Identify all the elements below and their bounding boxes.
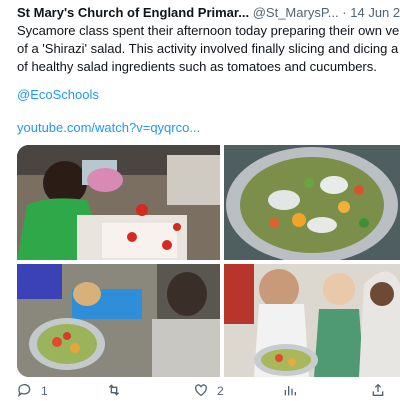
action-bar: 1 2: [0, 382, 400, 400]
media-grid: [17, 145, 400, 377]
bar-chart-icon: [282, 382, 298, 401]
tweet-header: St Mary's Church of England Primar... @S…: [17, 3, 400, 23]
tweet-text-line: Sycamore class spent their afternoon tod…: [17, 23, 400, 38]
tweet-text-line: of healthy salad ingredients such as tom…: [17, 59, 377, 74]
tweet-text-line: of a 'Shirazi' salad. This activity invo…: [17, 41, 400, 56]
url-link[interactable]: youtube.com/watch?v=qyqrco...: [17, 119, 200, 137]
tweet[interactable]: St Mary's Church of England Primar... @S…: [0, 0, 400, 400]
tweet-text: Sycamore class spent their afternoon tod…: [17, 22, 400, 76]
like-count: 2: [217, 384, 224, 398]
mention-link[interactable]: @EcoSchools: [17, 86, 99, 104]
heart-icon: [193, 382, 209, 401]
author-name[interactable]: St Mary's Church of England Primar...: [17, 5, 249, 20]
photo-children-with-salad[interactable]: [224, 264, 400, 377]
reply-button[interactable]: 1: [17, 382, 48, 400]
retweet-icon: [106, 382, 122, 401]
separator: ·: [342, 5, 347, 20]
author-handle[interactable]: @St_MarysP...: [253, 5, 339, 20]
photo-child-cutting-tomatoes[interactable]: [17, 145, 220, 260]
tweet-date[interactable]: 14 Jun 2022: [350, 5, 400, 20]
views-button[interactable]: [282, 382, 298, 400]
photo-mixing-salad[interactable]: [17, 264, 220, 377]
like-button[interactable]: 2: [193, 382, 224, 400]
retweet-button[interactable]: [106, 382, 130, 400]
photo-salad-bowl[interactable]: [224, 145, 400, 260]
share-icon: [370, 382, 386, 401]
speech-bubble-icon: [17, 382, 33, 401]
share-button[interactable]: [370, 382, 386, 400]
reply-count: 1: [41, 384, 48, 398]
